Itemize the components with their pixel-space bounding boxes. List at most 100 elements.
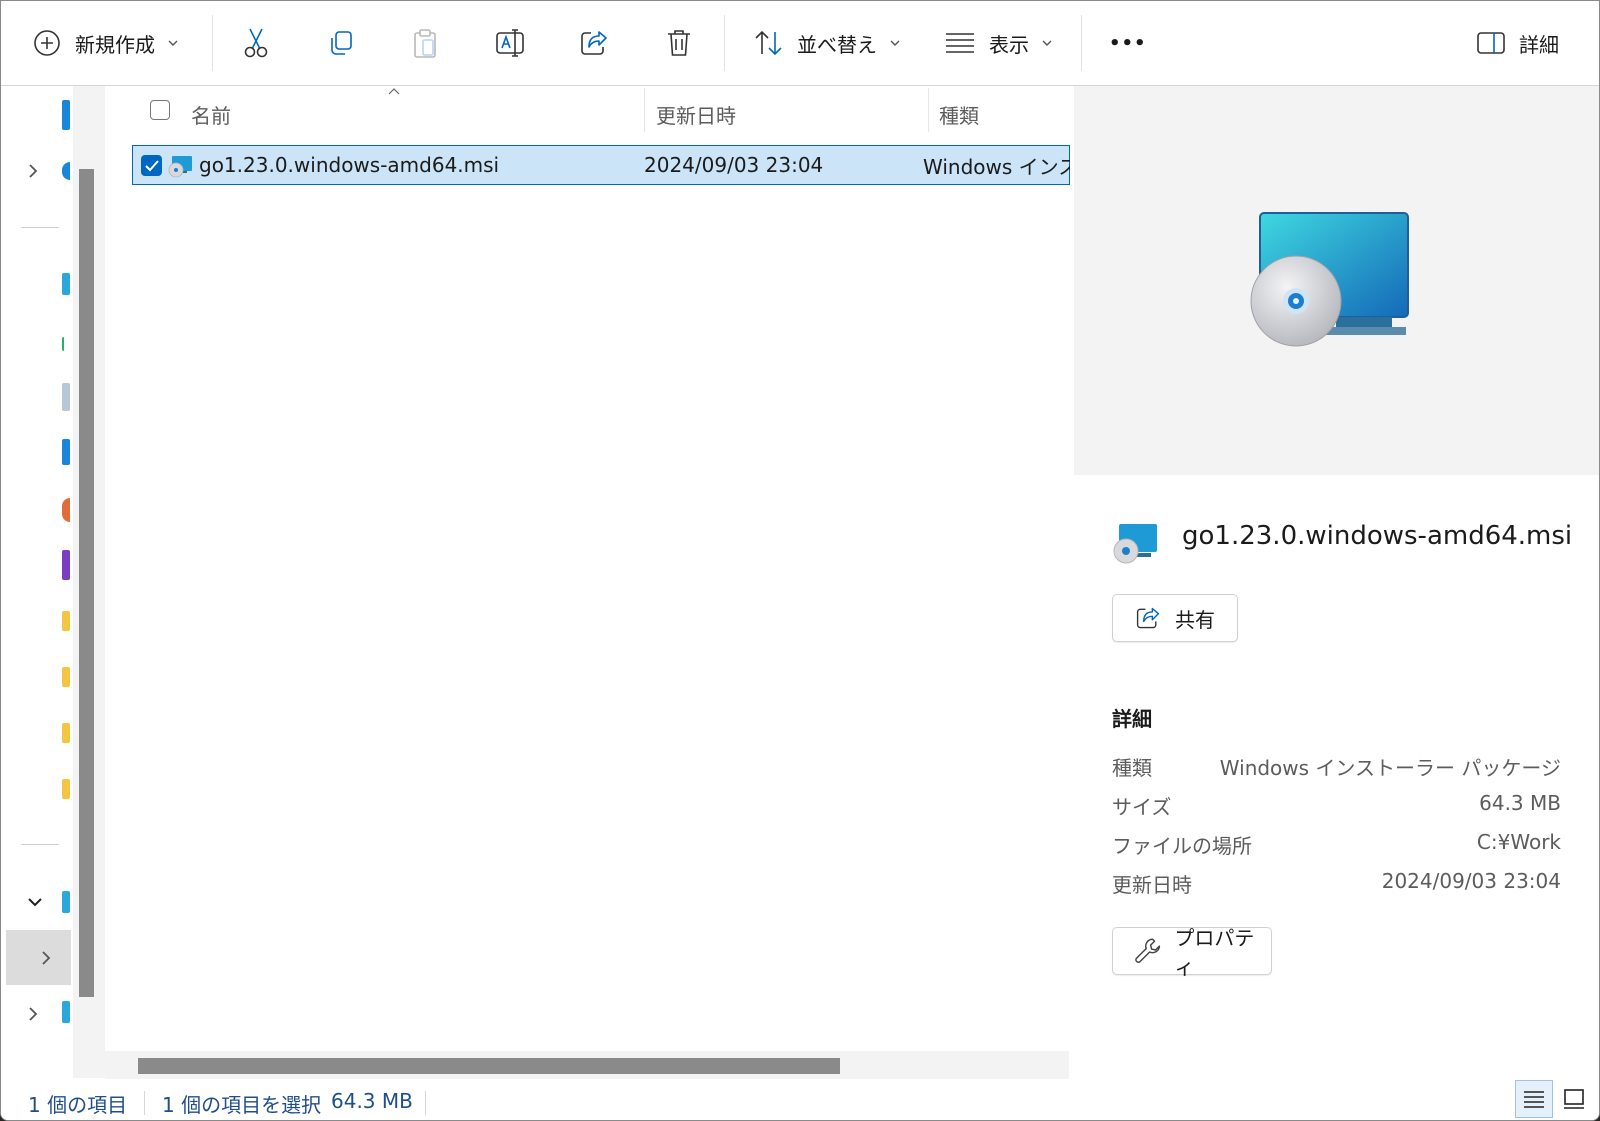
clipboard-icon [414, 29, 436, 58]
more-options-label: ••• [1109, 32, 1147, 54]
prop-value-modified: 2024/09/03 23:04 [1381, 869, 1561, 893]
wrench-icon [1135, 938, 1161, 963]
rename-button[interactable] [495, 19, 527, 67]
chevron-down-icon [890, 40, 900, 46]
prop-key-location: ファイルの場所 [1112, 834, 1252, 858]
sort-arrows-icon [755, 30, 782, 56]
select-all-checkbox[interactable] [150, 100, 170, 120]
copy-icon [331, 31, 352, 55]
details-view-button[interactable] [1515, 1080, 1553, 1118]
details-view-icon [1524, 1091, 1544, 1108]
details-pane-icon [1477, 32, 1505, 54]
toolbar-divider [724, 15, 725, 71]
list-view-icon [946, 33, 974, 53]
desktop-icon[interactable] [62, 273, 70, 295]
pictures-icon[interactable] [62, 439, 70, 465]
rename-icon [496, 29, 524, 57]
column-header-type-label: 種類 [939, 103, 979, 128]
sort-button-label: 並べ替え [797, 32, 877, 57]
share-button[interactable] [579, 19, 609, 67]
column-header-modified[interactable]: 更新日時 [656, 86, 924, 142]
nav-scrollbar-thumb[interactable] [79, 169, 94, 997]
status-divider [144, 1091, 145, 1115]
file-type-cell: Windows インストーラー パッケージ [923, 154, 1070, 179]
chevron-down-icon [168, 40, 178, 46]
network-icon[interactable] [62, 1001, 70, 1023]
preview-area [1074, 86, 1599, 475]
view-button-label: 表示 [989, 32, 1029, 57]
prop-value-size: 64.3 MB [1479, 791, 1561, 815]
this-pc-icon[interactable] [62, 891, 70, 913]
more-options-button[interactable]: ••• [1109, 19, 1147, 67]
download-icon[interactable] [62, 337, 72, 351]
view-button[interactable]: 表示 [945, 19, 1053, 67]
paste-button[interactable] [411, 19, 439, 67]
folder-icon[interactable] [62, 779, 70, 799]
nav-item-icon[interactable] [62, 100, 70, 130]
chevron-right-icon[interactable] [26, 1005, 40, 1023]
msi-installer-icon [1113, 524, 1157, 564]
nav-divider [21, 227, 59, 228]
delete-button[interactable] [665, 19, 693, 67]
properties-button[interactable]: プロパティ [1112, 926, 1272, 979]
folder-icon[interactable] [62, 611, 70, 631]
file-list: 名前 更新日時 種類 go1.23.0.windows-amd64.msi 20… [105, 86, 1070, 1078]
folder-icon[interactable] [62, 667, 70, 687]
trash-icon [668, 30, 690, 56]
details-file-name: go1.23.0.windows-amd64.msi [1182, 521, 1573, 551]
checkmark-icon [145, 160, 159, 172]
scissors-icon [244, 28, 268, 58]
column-header-type[interactable]: 種類 [939, 86, 1069, 142]
column-header-modified-label: 更新日時 [656, 103, 736, 128]
prop-key-type: 種類 [1112, 756, 1152, 780]
status-item-count: 1 個の項目 [28, 1093, 128, 1117]
cut-button[interactable] [241, 19, 271, 67]
column-divider[interactable] [928, 88, 929, 132]
properties-button-label: プロパティ [1174, 926, 1255, 979]
large-icons-view-button[interactable] [1555, 1080, 1593, 1118]
status-divider [425, 1091, 426, 1115]
file-explorer-window: 新規作成 並べ替え 表示 ••• 詳細 名前 更新日時 種類 go1.23.0.… [0, 0, 1600, 1121]
chevron-right-icon[interactable] [26, 162, 40, 180]
share-button[interactable]: 共有 [1112, 594, 1238, 642]
copy-button[interactable] [327, 19, 355, 67]
installer-preview-icon [1250, 212, 1409, 347]
details-section-heading: 詳細 [1112, 707, 1152, 731]
music-icon[interactable] [62, 498, 70, 522]
large-icons-view-icon [1564, 1089, 1584, 1109]
chevron-down-icon [1042, 40, 1052, 46]
folder-icon[interactable] [62, 723, 70, 743]
prop-key-modified: 更新日時 [1112, 873, 1192, 897]
column-header-name[interactable]: 名前 [191, 86, 701, 142]
table-row[interactable]: go1.23.0.windows-amd64.msi 2024/09/03 23… [132, 145, 1070, 185]
column-header-name-label: 名前 [191, 103, 231, 128]
toolbar-divider [212, 15, 213, 71]
chevron-right-icon[interactable] [39, 949, 53, 967]
horizontal-scrollbar-thumb[interactable] [138, 1058, 840, 1074]
sort-button[interactable]: 並べ替え [753, 19, 901, 67]
prop-value-type: Windows インストーラー パッケージ [1219, 756, 1561, 780]
prop-key-size: サイズ [1112, 795, 1172, 819]
command-bar: 新規作成 並べ替え 表示 ••• 詳細 [1, 1, 1599, 86]
share-icon [1136, 607, 1160, 629]
documents-icon[interactable] [62, 383, 70, 411]
column-divider[interactable] [644, 88, 645, 132]
plus-circle-icon [34, 30, 60, 56]
share-button-label: 共有 [1175, 607, 1215, 632]
msi-installer-icon [168, 156, 192, 178]
details-pane-label: 詳細 [1519, 32, 1559, 57]
cloud-icon[interactable] [62, 162, 70, 180]
file-name-cell: go1.23.0.windows-amd64.msi [199, 153, 500, 177]
file-modified-cell: 2024/09/03 23:04 [644, 153, 824, 177]
prop-value-location: C:¥Work [1476, 830, 1561, 854]
share-icon [581, 31, 607, 55]
status-selected-size: 64.3 MB [331, 1089, 413, 1113]
status-selected-count: 1 個の項目を選択 [162, 1093, 322, 1117]
details-pane-toggle[interactable]: 詳細 [1477, 19, 1559, 67]
videos-icon[interactable] [62, 550, 70, 580]
row-checkbox[interactable] [141, 155, 162, 176]
chevron-down-icon[interactable] [26, 895, 44, 909]
new-button[interactable]: 新規作成 [33, 19, 179, 67]
new-button-label: 新規作成 [75, 32, 155, 57]
status-bar: 1 個の項目 1 個の項目を選択 64.3 MB [1, 1079, 1599, 1120]
